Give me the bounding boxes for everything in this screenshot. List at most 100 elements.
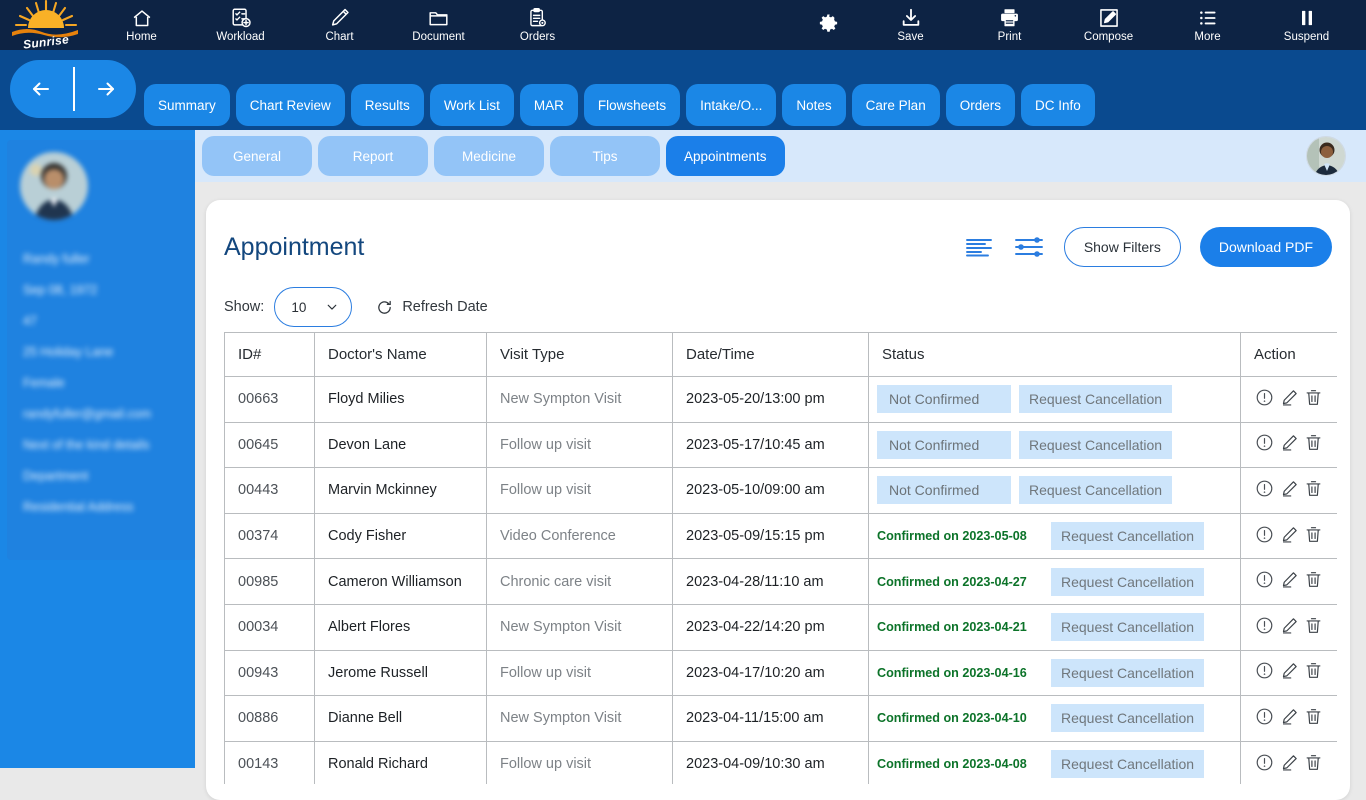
- arrow-left-icon: [32, 82, 49, 96]
- sub-tab-report[interactable]: Report: [318, 136, 428, 176]
- nav-tab-flowsheets[interactable]: Flowsheets: [583, 84, 681, 126]
- topbar-item-suspend[interactable]: Suspend: [1257, 0, 1356, 50]
- nav-tab-orders[interactable]: Orders: [945, 84, 1015, 126]
- nav-tab-list: Summary Chart Review Results Work List M…: [144, 84, 1095, 126]
- status-confirmed-text: Confirmed on 2023-05-08: [877, 529, 1027, 544]
- sub-tab-general[interactable]: General: [202, 136, 312, 176]
- cell-action: [1240, 649, 1337, 697]
- page-title: Appointment: [224, 233, 365, 261]
- nav-tab-summary[interactable]: Summary: [144, 84, 230, 126]
- edit-pencil-icon[interactable]: [1280, 753, 1299, 776]
- show-filters-button[interactable]: Show Filters: [1063, 227, 1181, 267]
- delete-trash-icon[interactable]: [1304, 570, 1323, 593]
- sub-tab-tips[interactable]: Tips: [550, 136, 660, 176]
- cell-datetime: 2023-05-17/10:45 am: [672, 421, 869, 469]
- cell-visit: Follow up visit: [486, 649, 673, 697]
- info-alert-icon[interactable]: [1255, 616, 1274, 639]
- topbar-item-orders[interactable]: Orders: [488, 0, 587, 50]
- patient-detail: Sep 08, 1972: [23, 283, 98, 297]
- edit-pencil-icon[interactable]: [1280, 570, 1299, 593]
- forward-button[interactable]: [73, 60, 136, 118]
- info-alert-icon[interactable]: [1255, 661, 1274, 684]
- request-cancellation-button[interactable]: Request Cancellation: [1051, 522, 1205, 551]
- info-alert-icon[interactable]: [1255, 707, 1274, 730]
- sub-tab-label: Medicine: [461, 148, 517, 164]
- request-cancellation-button[interactable]: Request Cancellation: [1051, 613, 1205, 642]
- info-alert-icon[interactable]: [1255, 433, 1274, 456]
- edit-pencil-icon[interactable]: [1280, 479, 1299, 502]
- topbar-item-workload[interactable]: Workload: [191, 0, 290, 50]
- cell-visit: Follow up visit: [486, 421, 673, 469]
- patient-detail: randyfuller@gmail.com: [23, 407, 152, 421]
- topbar-item-print[interactable]: Print: [960, 0, 1059, 50]
- topbar-item-chart[interactable]: Chart: [290, 0, 389, 50]
- app-logo[interactable]: Sunrise: [0, 0, 92, 52]
- cell-visit: Chronic care visit: [486, 558, 673, 605]
- edit-pencil-icon[interactable]: [1280, 525, 1299, 548]
- topbar-item-document[interactable]: Document: [389, 0, 488, 50]
- delete-trash-icon[interactable]: [1304, 707, 1323, 730]
- request-cancellation-button[interactable]: Request Cancellation: [1019, 476, 1173, 505]
- back-button[interactable]: [10, 60, 73, 118]
- align-list-icon[interactable]: [964, 236, 994, 258]
- cell-doctor: Jerome Russell: [314, 649, 487, 697]
- request-cancellation-button[interactable]: Request Cancellation: [1019, 385, 1173, 414]
- download-pdf-button[interactable]: Download PDF: [1199, 227, 1332, 267]
- info-alert-icon[interactable]: [1255, 570, 1274, 593]
- sub-tab-label: General: [232, 148, 282, 164]
- rows-per-page-select[interactable]: 10: [274, 287, 353, 327]
- user-avatar[interactable]: [1306, 136, 1346, 176]
- nav-tab-results[interactable]: Results: [350, 84, 424, 126]
- nav-tab-dc-info[interactable]: DC Info: [1020, 84, 1095, 126]
- appointment-table-body: 00663 Floyd Milies New Sympton Visit 2023-0…: [224, 376, 1337, 784]
- topbar-item-label: Chart: [325, 31, 354, 43]
- info-alert-icon[interactable]: [1255, 525, 1274, 548]
- request-cancellation-button[interactable]: Request Cancellation: [1051, 567, 1205, 596]
- delete-trash-icon[interactable]: [1304, 388, 1323, 411]
- edit-pencil-icon[interactable]: [1280, 388, 1299, 411]
- patient-detail: Next of the kind details: [23, 438, 150, 452]
- sub-tab-appointments[interactable]: Appointments: [666, 136, 785, 176]
- status-confirmed-text: Confirmed on 2023-04-08: [877, 757, 1027, 772]
- edit-pencil-icon[interactable]: [1280, 661, 1299, 684]
- cell-datetime: 2023-04-17/10:20 am: [672, 649, 869, 697]
- nav-tab-chart-review[interactable]: Chart Review: [235, 84, 345, 126]
- edit-pencil-icon[interactable]: [1280, 433, 1299, 456]
- topbar-item-compose[interactable]: Compose: [1059, 0, 1158, 50]
- sliders-filter-icon[interactable]: [1013, 235, 1045, 259]
- delete-trash-icon[interactable]: [1304, 753, 1323, 776]
- nav-tab-work-list[interactable]: Work List: [429, 84, 514, 126]
- topbar-item-save[interactable]: Save: [861, 0, 960, 50]
- table-header-row: ID# Doctor's Name Visit Type Date/Time S…: [224, 332, 1337, 377]
- topbar-item-home[interactable]: Home: [92, 0, 191, 50]
- table-controls: Show: 10 Refresh Date: [224, 287, 488, 327]
- nav-tab-notes[interactable]: Notes: [782, 84, 846, 126]
- topbar-item-label: More: [1194, 31, 1221, 43]
- sub-tab-medicine[interactable]: Medicine: [434, 136, 544, 176]
- delete-trash-icon[interactable]: [1304, 661, 1323, 684]
- refresh-icon: [378, 300, 392, 314]
- delete-trash-icon[interactable]: [1304, 616, 1323, 639]
- delete-trash-icon[interactable]: [1304, 433, 1323, 456]
- info-alert-icon[interactable]: [1255, 479, 1274, 502]
- appointment-table-wrapper[interactable]: ID# Doctor's Name Visit Type Date/Time S…: [224, 332, 1337, 784]
- nav-tab-care-plan[interactable]: Care Plan: [851, 84, 940, 126]
- delete-trash-icon[interactable]: [1304, 479, 1323, 502]
- request-cancellation-button[interactable]: Request Cancellation: [1051, 658, 1205, 687]
- nav-tab-mar[interactable]: MAR: [519, 84, 578, 126]
- refresh-date-button[interactable]: Refresh Date: [376, 299, 488, 316]
- settings-button[interactable]: [795, 0, 861, 50]
- edit-pencil-icon[interactable]: [1280, 616, 1299, 639]
- edit-pencil-icon[interactable]: [1280, 707, 1299, 730]
- topbar-item-more[interactable]: More: [1158, 0, 1257, 50]
- delete-trash-icon[interactable]: [1304, 525, 1323, 548]
- request-cancellation-button[interactable]: Request Cancellation: [1051, 704, 1205, 733]
- request-cancellation-button[interactable]: Request Cancellation: [1019, 430, 1173, 459]
- cell-doctor: Cody Fisher: [314, 512, 487, 560]
- cell-datetime: 2023-04-11/15:00 am: [672, 695, 869, 742]
- request-cancellation-button[interactable]: Request Cancellation: [1051, 750, 1205, 779]
- nav-tab-intake-output[interactable]: Intake/O...: [686, 84, 777, 126]
- topbar-item-label: Compose: [1083, 31, 1134, 43]
- info-alert-icon[interactable]: [1255, 388, 1274, 411]
- info-alert-icon[interactable]: [1255, 753, 1274, 776]
